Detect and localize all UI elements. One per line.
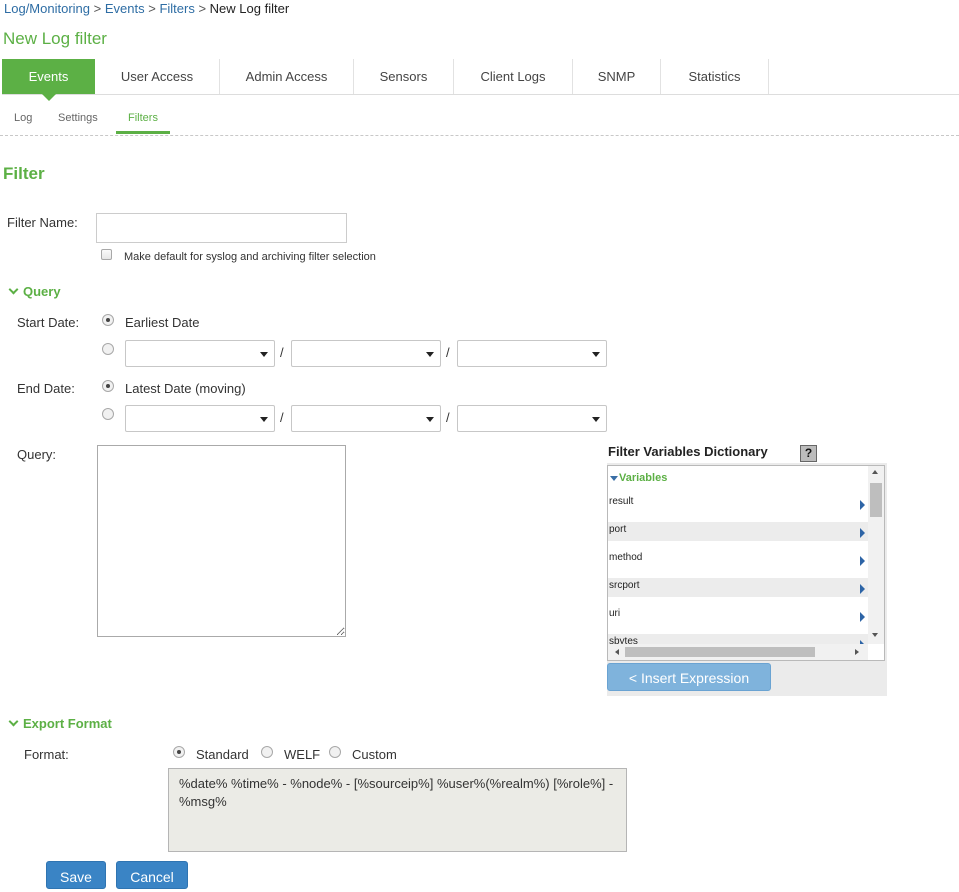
latest-date-label: Latest Date (moving)	[125, 381, 246, 396]
scroll-right-icon[interactable]	[855, 649, 859, 655]
dictionary-title: Filter Variables Dictionary	[608, 444, 768, 459]
start-day-select[interactable]	[291, 340, 441, 367]
subtab-filters[interactable]: Filters	[116, 112, 170, 134]
tab-snmp[interactable]: SNMP	[573, 59, 661, 94]
horizontal-scroll-thumb[interactable]	[625, 647, 815, 657]
start-date-custom-radio[interactable]	[102, 343, 114, 355]
arrow-right-icon	[860, 500, 865, 510]
arrow-right-icon	[860, 556, 865, 566]
filter-name-label: Filter Name:	[7, 215, 78, 230]
scroll-down-icon[interactable]	[872, 633, 878, 637]
horizontal-scrollbar[interactable]	[608, 644, 868, 660]
caret-down-icon	[260, 417, 268, 422]
latest-date-radio[interactable]	[102, 380, 114, 392]
earliest-date-label: Earliest Date	[125, 315, 200, 330]
arrow-right-icon	[860, 528, 865, 538]
caret-down-icon	[426, 352, 434, 357]
variables-header[interactable]: Variables	[610, 472, 667, 484]
format-standard-label: Standard	[196, 747, 249, 762]
format-standard-radio[interactable]	[173, 746, 185, 758]
vertical-scroll-thumb[interactable]	[870, 483, 882, 517]
chevron-down-icon	[8, 284, 19, 295]
page-title: New Log filter	[3, 29, 107, 48]
triangle-down-icon	[610, 476, 618, 481]
tab-statistics[interactable]: Statistics	[661, 59, 769, 94]
caret-down-icon	[592, 352, 600, 357]
variables-list[interactable]: Variables result port method srcport uri…	[607, 465, 885, 661]
save-button[interactable]: Save	[46, 861, 106, 889]
format-string-box: %date% %time% - %node% - [%sourceip%] %u…	[168, 768, 627, 852]
variable-name: port	[609, 524, 627, 535]
date-separator: /	[446, 345, 450, 360]
cancel-button[interactable]: Cancel	[116, 861, 188, 889]
subtab-log[interactable]: Log	[14, 112, 32, 134]
subtab-settings[interactable]: Settings	[58, 112, 98, 134]
tab-admin-access[interactable]: Admin Access	[220, 59, 354, 94]
variable-name: result	[609, 496, 634, 507]
variable-name: method	[609, 552, 643, 563]
caret-down-icon	[260, 352, 268, 357]
end-date-label: End Date:	[17, 381, 75, 396]
query-section-label: Query	[23, 284, 61, 299]
default-filter-checkbox[interactable]	[101, 249, 112, 260]
variable-name: srcport	[609, 580, 640, 591]
end-date-custom-radio[interactable]	[102, 408, 114, 420]
help-icon[interactable]: ?	[800, 445, 817, 462]
list-item[interactable]: uri	[608, 606, 868, 625]
query-textarea[interactable]	[97, 445, 346, 637]
format-custom-label: Custom	[352, 747, 397, 762]
breadcrumb-link-filters[interactable]: Filters	[159, 1, 194, 16]
arrow-right-icon	[860, 584, 865, 594]
date-separator: /	[446, 410, 450, 425]
default-filter-label: Make default for syslog and archiving fi…	[124, 251, 376, 263]
start-year-select[interactable]	[457, 340, 607, 367]
filter-name-input[interactable]	[96, 213, 347, 243]
end-day-select[interactable]	[291, 405, 441, 432]
scroll-up-icon[interactable]	[872, 470, 878, 474]
query-label: Query:	[17, 447, 57, 462]
query-section-toggle[interactable]: Query	[8, 284, 61, 299]
main-tabs: Events User Access Admin Access Sensors …	[2, 59, 959, 101]
date-separator: /	[280, 410, 284, 425]
start-date-label: Start Date:	[17, 315, 80, 330]
format-welf-radio[interactable]	[261, 746, 273, 758]
variable-name: uri	[609, 608, 621, 619]
caret-down-icon	[592, 417, 600, 422]
breadcrumb: Log/Monitoring > Events > Filters > New …	[4, 1, 289, 16]
breadcrumb-current: New Log filter	[209, 1, 290, 16]
format-custom-radio[interactable]	[329, 746, 341, 758]
sub-tabs: Log Settings Filters	[0, 106, 959, 136]
breadcrumb-separator: >	[93, 1, 102, 16]
earliest-date-radio[interactable]	[102, 314, 114, 326]
list-item[interactable]: srcport	[608, 578, 868, 597]
end-month-select[interactable]	[125, 405, 275, 432]
filter-section-title: Filter	[3, 164, 45, 183]
tab-sensors[interactable]: Sensors	[354, 59, 454, 94]
caret-down-icon	[426, 417, 434, 422]
start-month-select[interactable]	[125, 340, 275, 367]
scroll-left-icon[interactable]	[615, 649, 619, 655]
arrow-right-icon	[860, 612, 865, 622]
tab-events[interactable]: Events	[2, 59, 95, 101]
format-label: Format:	[24, 747, 69, 762]
variables-header-label: Variables	[619, 472, 668, 484]
format-welf-label: WELF	[284, 747, 321, 762]
tab-client-logs[interactable]: Client Logs	[454, 59, 573, 94]
insert-expression-button[interactable]: < Insert Expression	[607, 663, 771, 691]
chevron-down-icon	[8, 716, 19, 727]
list-item[interactable]: method	[608, 550, 868, 569]
tab-user-access[interactable]: User Access	[95, 59, 220, 94]
vertical-scrollbar[interactable]	[868, 466, 884, 644]
breadcrumb-link-log-monitoring[interactable]: Log/Monitoring	[4, 1, 90, 16]
date-separator: /	[280, 345, 284, 360]
end-year-select[interactable]	[457, 405, 607, 432]
list-item[interactable]: result	[608, 494, 868, 513]
breadcrumb-separator: >	[148, 1, 156, 16]
export-format-toggle[interactable]: Export Format	[8, 716, 112, 731]
list-item[interactable]: port	[608, 522, 868, 541]
breadcrumb-separator: >	[198, 1, 207, 16]
breadcrumb-link-events[interactable]: Events	[105, 1, 145, 16]
export-format-label: Export Format	[23, 716, 112, 731]
